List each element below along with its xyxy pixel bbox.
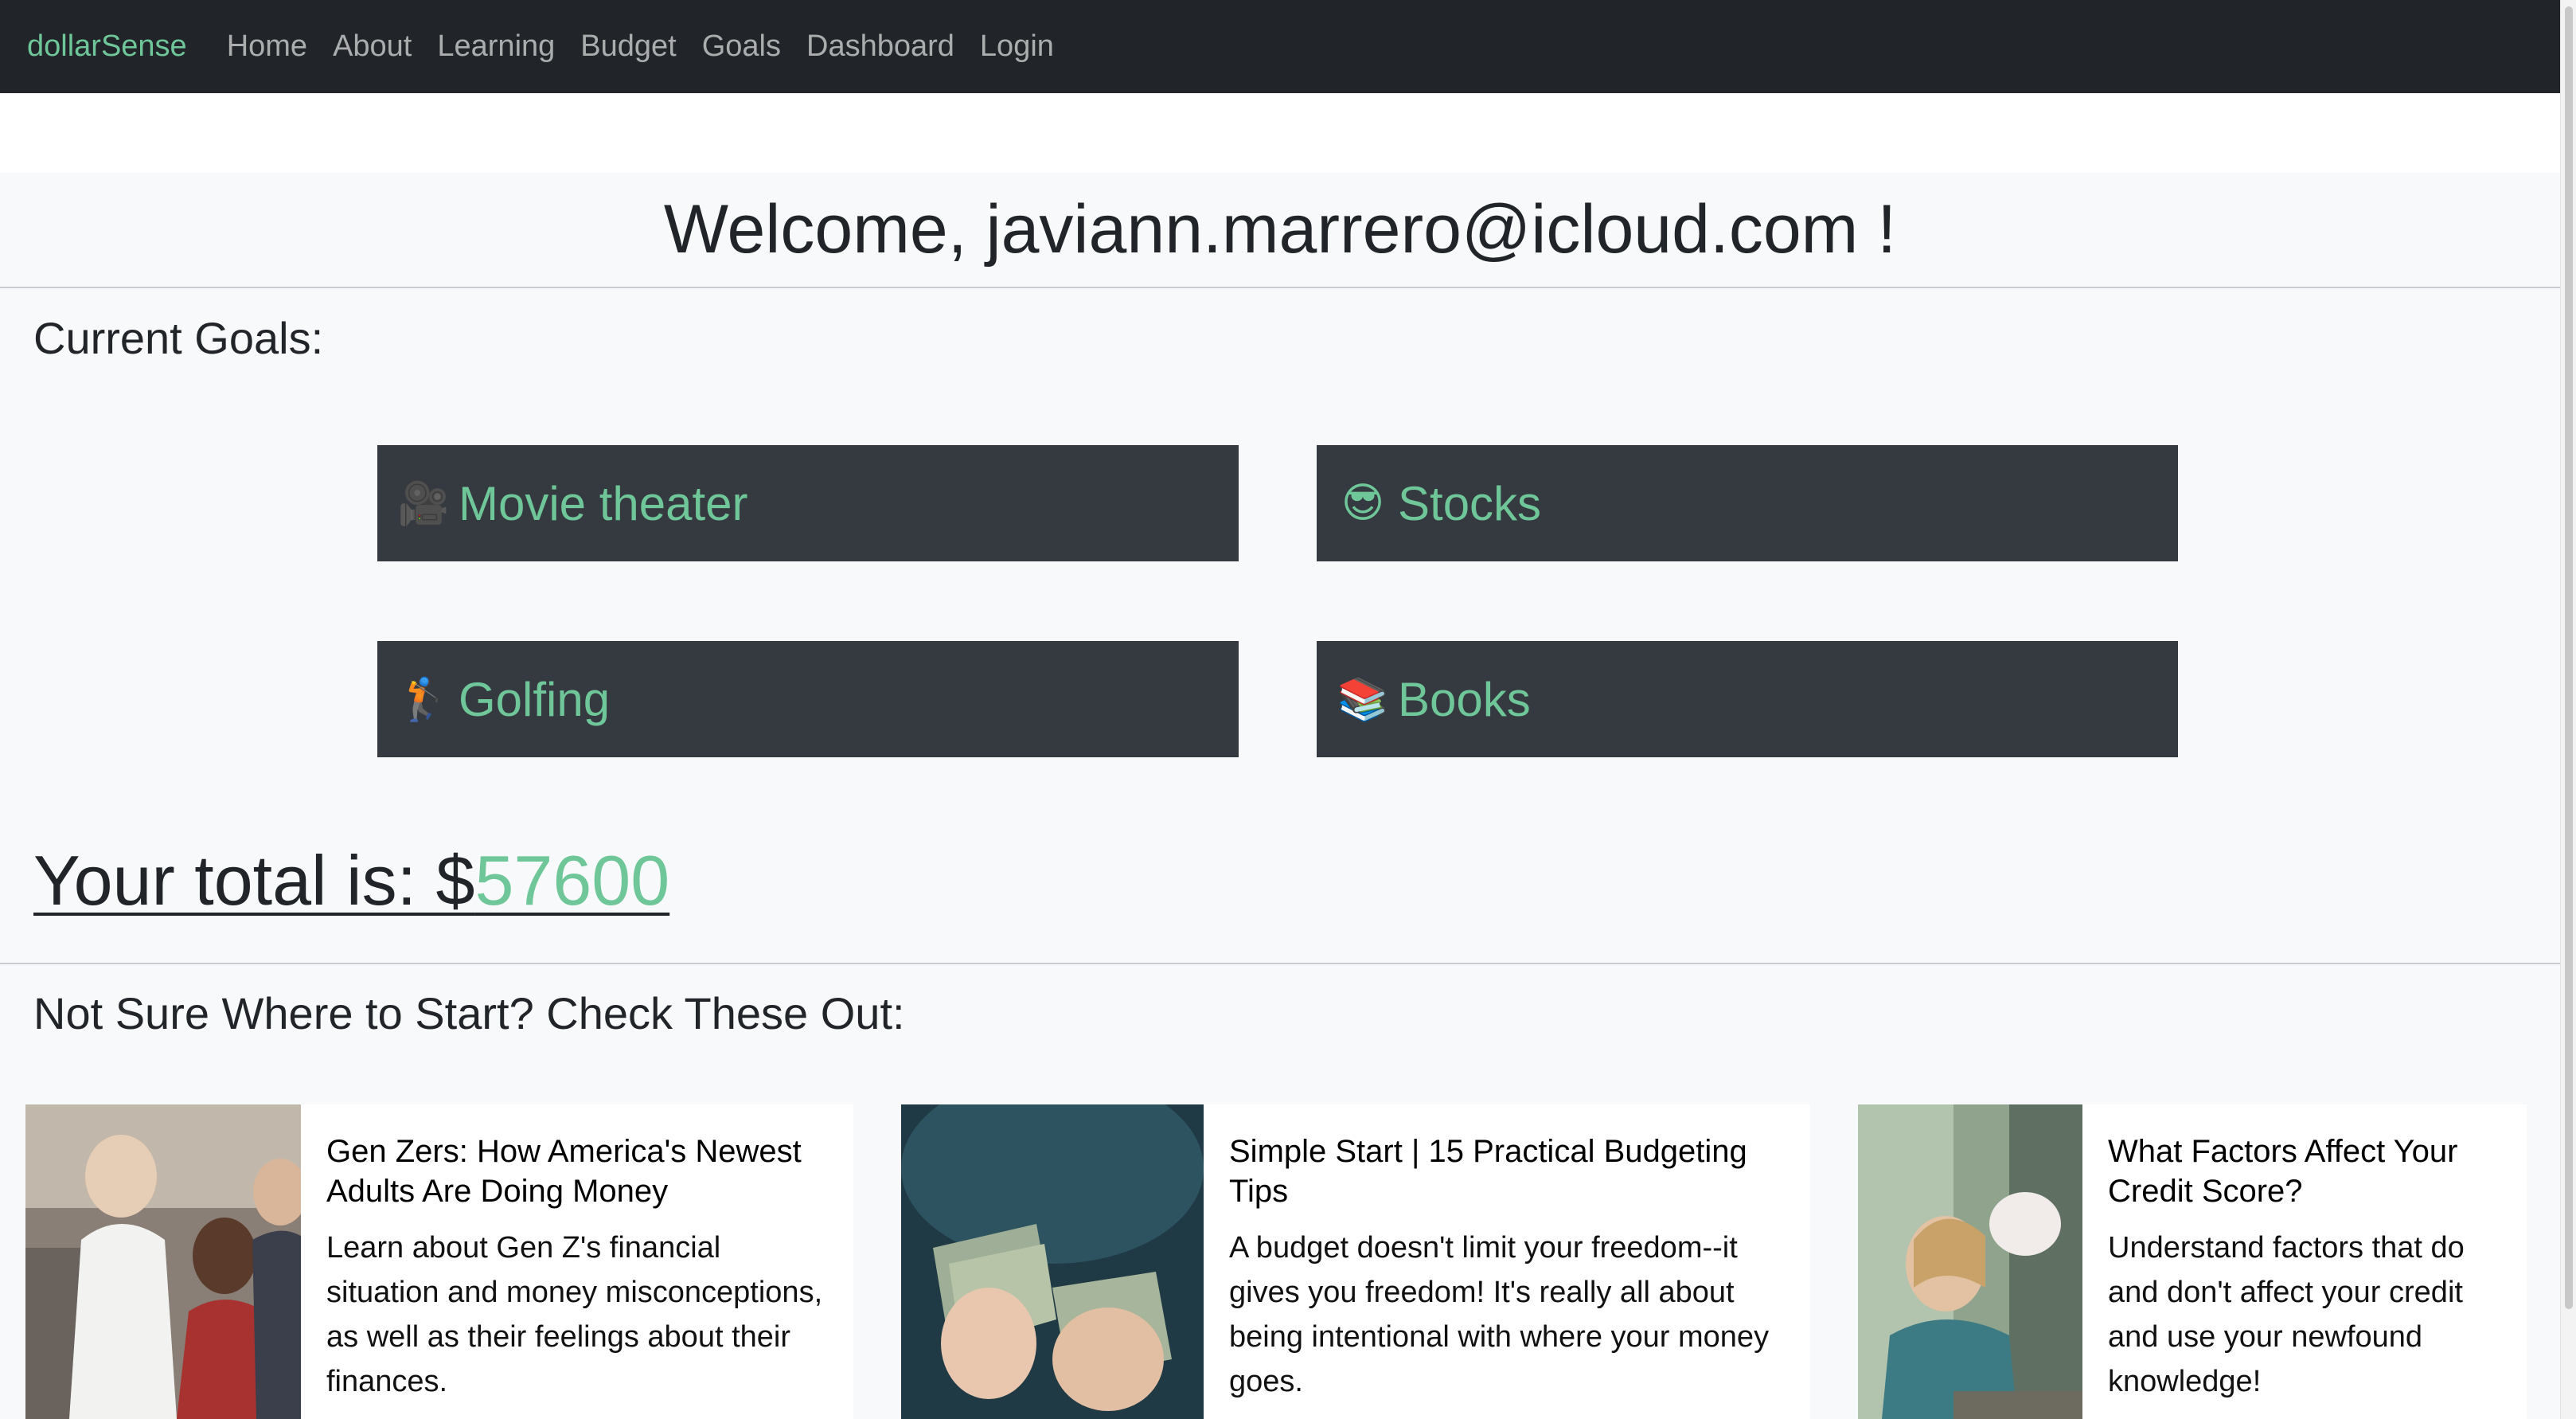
- card-title[interactable]: Gen Zers: How America's Newest Adults Ar…: [326, 1132, 829, 1211]
- card-description: Learn about Gen Z's financial situation …: [326, 1231, 823, 1398]
- goal-label: Books: [1398, 672, 1531, 726]
- resource-card-credit-score[interactable]: What Factors Affect Your Credit Score? U…: [1858, 1104, 2527, 1419]
- girl-piggy-bank-image: [1858, 1104, 2082, 1419]
- card-description: A budget doesn't limit your freedom--it …: [1229, 1231, 1770, 1398]
- sunglasses-face-icon: 😎: [1341, 480, 1385, 526]
- movie-camera-icon: 🎥: [397, 480, 450, 527]
- goal-label: Stocks: [1398, 476, 1542, 530]
- goal-tile-books[interactable]: 📚 Books: [1317, 641, 2178, 757]
- total-amount: 57600: [474, 841, 670, 920]
- total-prefix: Your total is: $: [33, 841, 475, 920]
- gen-z-friends-image: [25, 1104, 301, 1419]
- scrollbar-thumb[interactable]: [2565, 6, 2573, 1309]
- goal-label: Movie theater: [459, 476, 748, 530]
- welcome-heading: Welcome, javiann.marrero@icloud.com !: [0, 173, 2560, 288]
- nav-link-learning[interactable]: Learning: [437, 29, 555, 64]
- current-goals-heading: Current Goals:: [33, 313, 324, 363]
- nav-link-budget[interactable]: Budget: [580, 29, 676, 64]
- nav-link-dashboard[interactable]: Dashboard: [806, 29, 954, 64]
- nav-link-about[interactable]: About: [333, 29, 412, 64]
- goal-label: Golfing: [459, 672, 611, 726]
- resource-card-budgeting-tips[interactable]: Simple Start | 15 Practical Budgeting Ti…: [901, 1104, 1810, 1419]
- cash-in-hands-image: [901, 1104, 1204, 1419]
- card-body: Simple Start | 15 Practical Budgeting Ti…: [1204, 1104, 1810, 1419]
- header-spacer: [0, 93, 2560, 173]
- brand-logo-link[interactable]: dollarSense: [27, 29, 187, 64]
- goal-tile-golfing[interactable]: 🏌 Golfing: [377, 641, 1239, 757]
- resource-card-gen-z[interactable]: Gen Zers: How America's Newest Adults Ar…: [25, 1104, 853, 1419]
- card-body: What Factors Affect Your Credit Score? U…: [2082, 1104, 2527, 1419]
- total-summary: Your total is: $57600: [33, 840, 669, 921]
- nav-link-goals[interactable]: Goals: [702, 29, 781, 64]
- golfer-icon: 🏌: [397, 676, 450, 723]
- goal-tile-stocks[interactable]: 😎 Stocks: [1317, 445, 2178, 561]
- card-title[interactable]: Simple Start | 15 Practical Budgeting Ti…: [1229, 1132, 1786, 1211]
- card-body: Gen Zers: How America's Newest Adults Ar…: [301, 1104, 853, 1419]
- books-icon: 📚: [1337, 676, 1389, 723]
- section-divider: [0, 963, 2560, 964]
- goal-tile-movie-theater[interactable]: 🎥 Movie theater: [377, 445, 1239, 561]
- nav-link-login[interactable]: Login: [980, 29, 1054, 64]
- top-navbar: dollarSense Home About Learning Budget G…: [0, 0, 2560, 93]
- resources-heading: Not Sure Where to Start? Check These Out…: [33, 988, 905, 1038]
- card-description: Understand factors that do and don't aff…: [2108, 1231, 2465, 1398]
- nav-link-home[interactable]: Home: [227, 29, 307, 64]
- card-title[interactable]: What Factors Affect Your Credit Score?: [2108, 1132, 2503, 1211]
